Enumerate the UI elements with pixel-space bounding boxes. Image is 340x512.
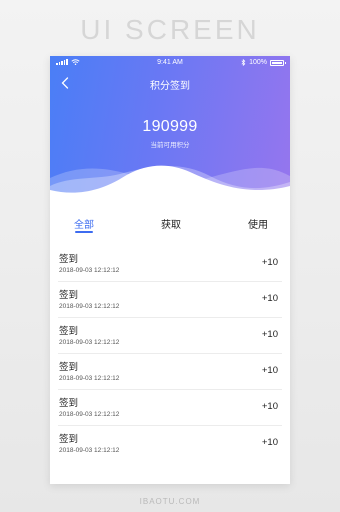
record-time: 2018-09-03 12:12:12: [59, 411, 120, 418]
points-balance: 190999: [142, 118, 198, 135]
showcase-title: UI SCREEN: [80, 14, 260, 45]
list-item[interactable]: 签到 2018-09-03 12:12:12 +10: [58, 282, 282, 318]
status-right: 100%: [241, 59, 286, 66]
record-points: +10: [261, 293, 278, 304]
watermark: IBAOTU.COM: [139, 497, 201, 506]
record-points: +10: [261, 257, 278, 268]
battery-icon: [270, 59, 286, 66]
record-title: 签到: [59, 326, 79, 337]
list-item[interactable]: 签到 2018-09-03 12:12:12 +10: [58, 354, 282, 390]
status-bar: 9:41 AM 100%: [50, 56, 290, 70]
list-item[interactable]: 签到 2018-09-03 12:12:12 +10: [58, 426, 282, 462]
record-title: 签到: [59, 398, 79, 409]
tab-earned[interactable]: 获取: [151, 216, 191, 231]
record-title: 签到: [59, 290, 79, 301]
tab-used[interactable]: 使用: [238, 216, 278, 231]
header-wave: [50, 165, 290, 206]
points-caption: 当前可用积分: [150, 141, 190, 149]
list-item[interactable]: 签到 2018-09-03 12:12:12 +10: [58, 246, 282, 282]
record-points: +10: [261, 365, 278, 376]
record-time: 2018-09-03 12:12:12: [59, 303, 120, 310]
points-header: 9:41 AM 100% 积分签到 190999 当前可用积分: [50, 56, 290, 206]
battery-percent: 100%: [249, 59, 267, 66]
tab-all[interactable]: 全部: [64, 216, 104, 231]
filter-tabs: 全部 获取 使用: [50, 208, 290, 242]
record-points: +10: [261, 401, 278, 412]
record-time: 2018-09-03 12:12:12: [59, 339, 120, 346]
list-item[interactable]: 签到 2018-09-03 12:12:12 +10: [58, 318, 282, 354]
active-tab-indicator: [75, 231, 93, 233]
record-title: 签到: [59, 434, 79, 445]
record-time: 2018-09-03 12:12:12: [59, 375, 120, 382]
record-time: 2018-09-03 12:12:12: [59, 447, 120, 454]
page-title: 积分签到: [150, 81, 190, 92]
record-points: +10: [261, 437, 278, 448]
points-record-list: 签到 2018-09-03 12:12:12 +10 签到 2018-09-03…: [50, 246, 290, 462]
record-time: 2018-09-03 12:12:12: [59, 267, 120, 274]
list-item[interactable]: 签到 2018-09-03 12:12:12 +10: [58, 390, 282, 426]
bluetooth-icon: [241, 59, 246, 66]
record-points: +10: [261, 329, 278, 340]
nav-bar: 积分签到: [50, 70, 290, 96]
phone-screen: 9:41 AM 100% 积分签到 190999 当前可用积分 全部 获取 使用…: [50, 56, 290, 484]
record-title: 签到: [59, 254, 79, 265]
record-title: 签到: [59, 362, 79, 373]
